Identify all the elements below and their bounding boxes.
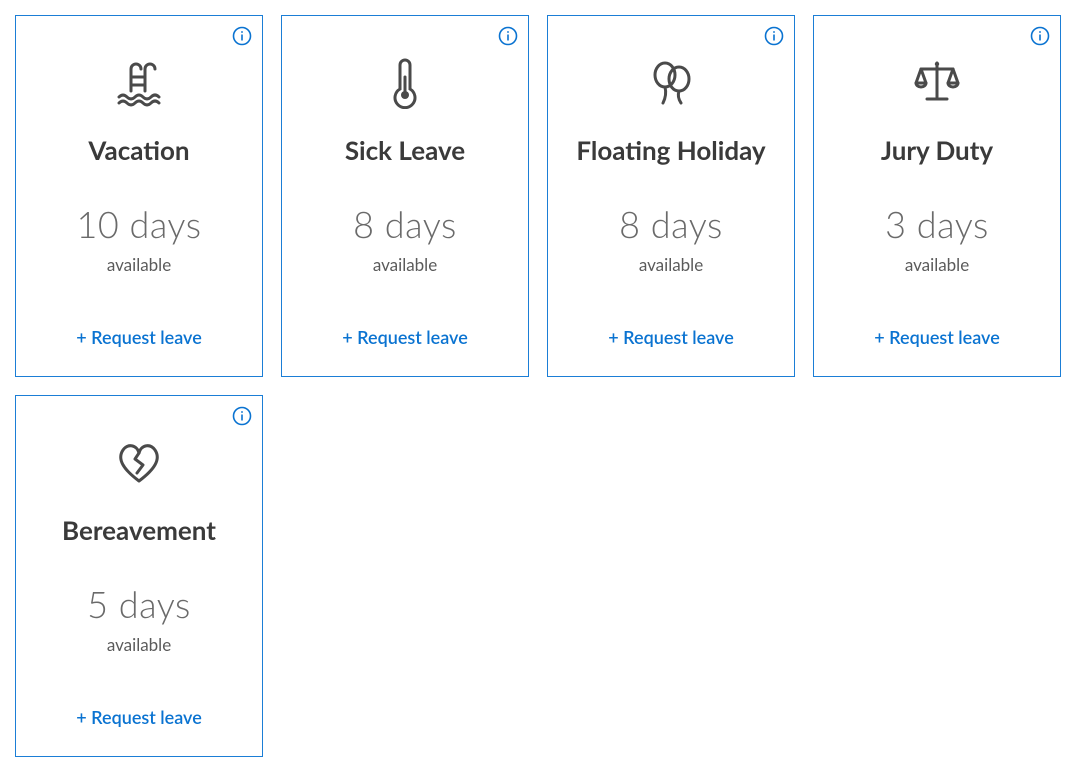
card-amount: 8 days xyxy=(619,202,723,246)
card-title: Floating Holiday xyxy=(576,134,765,166)
card-sick-leave: Sick Leave 8 days available + Request le… xyxy=(281,15,529,377)
card-vacation: Vacation 10 days available + Request lea… xyxy=(15,15,263,377)
card-available-label: available xyxy=(107,634,171,655)
card-title: Sick Leave xyxy=(345,134,465,166)
card-available-label: available xyxy=(905,254,969,275)
balloons-icon xyxy=(564,54,778,112)
request-leave-button[interactable]: + Request leave xyxy=(874,326,1000,348)
broken-heart-icon xyxy=(32,434,246,492)
pool-icon xyxy=(32,54,246,112)
scales-icon xyxy=(830,54,1044,112)
info-icon[interactable] xyxy=(498,26,518,46)
request-leave-button[interactable]: + Request leave xyxy=(76,706,202,728)
leave-cards-grid: Vacation 10 days available + Request lea… xyxy=(15,15,1070,757)
info-icon[interactable] xyxy=(232,406,252,426)
card-available-label: available xyxy=(373,254,437,275)
card-amount: 3 days xyxy=(885,202,989,246)
card-title: Vacation xyxy=(88,134,189,166)
request-leave-button[interactable]: + Request leave xyxy=(342,326,468,348)
info-icon[interactable] xyxy=(1030,26,1050,46)
card-title: Jury Duty xyxy=(881,134,993,166)
card-jury-duty: Jury Duty 3 days available + Request lea… xyxy=(813,15,1061,377)
card-amount: 5 days xyxy=(87,582,191,626)
card-bereavement: Bereavement 5 days available + Request l… xyxy=(15,395,263,757)
info-icon[interactable] xyxy=(764,26,784,46)
thermometer-icon xyxy=(298,54,512,112)
request-leave-button[interactable]: + Request leave xyxy=(76,326,202,348)
info-icon[interactable] xyxy=(232,26,252,46)
card-available-label: available xyxy=(639,254,703,275)
card-amount: 10 days xyxy=(76,202,201,246)
card-title: Bereavement xyxy=(62,514,216,546)
card-floating-holiday: Floating Holiday 8 days available + Requ… xyxy=(547,15,795,377)
request-leave-button[interactable]: + Request leave xyxy=(608,326,734,348)
card-amount: 8 days xyxy=(353,202,457,246)
card-available-label: available xyxy=(107,254,171,275)
